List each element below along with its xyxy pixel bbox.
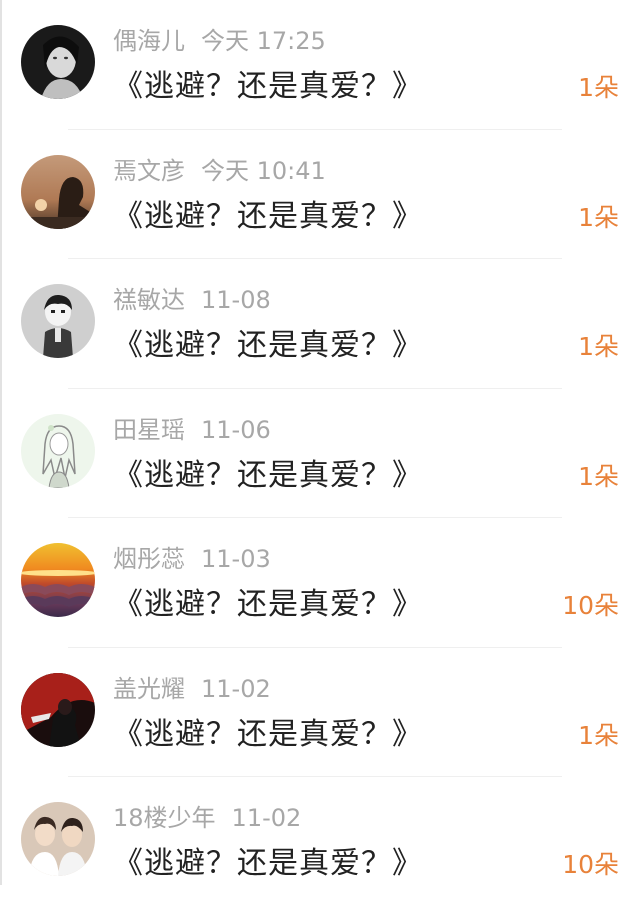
- comment-item[interactable]: 偶海儿 今天 17:25 《逃避？还是真爱？》 1朵: [0, 0, 640, 130]
- comment-meta: 焉文彦 今天 10:41: [113, 154, 326, 188]
- cartoon-boy-avatar-icon: [21, 284, 95, 358]
- sea-of-clouds-avatar-icon: [21, 543, 95, 617]
- flower-count: 1朵: [578, 720, 619, 750]
- username[interactable]: 焉文彦: [113, 157, 185, 185]
- flower-count: 1朵: [578, 332, 619, 361]
- woman-portrait-avatar-icon: [21, 25, 95, 99]
- avatar[interactable]: [21, 543, 95, 617]
- flower-count: 10朵: [562, 850, 619, 879]
- comment-title[interactable]: 《逃避？还是真爱？》: [113, 66, 423, 108]
- comment-list: 偶海儿 今天 17:25 《逃避？还是真爱？》 1朵 焉文彦 今天 10:41 …: [0, 0, 640, 907]
- comment-item[interactable]: 禚敏达 11-08 《逃避？还是真爱？》 1朵: [0, 259, 640, 389]
- red-photo-avatar-icon: [21, 672, 95, 747]
- comment-item[interactable]: 烟彤蕊 11-03 《逃避？还是真爱？》 10朵: [0, 518, 640, 648]
- avatar[interactable]: [21, 154, 95, 229]
- timestamp: 11-06: [201, 415, 271, 444]
- comment-item[interactable]: 田星瑶 11-06 《逃避？还是真爱？》 1朵: [0, 389, 640, 518]
- timestamp: 11-08: [201, 286, 271, 314]
- comment-meta: 盖光耀 11-02: [113, 672, 271, 706]
- flower-count: 10朵: [562, 591, 619, 620]
- timestamp: 今天 17:25: [201, 27, 326, 55]
- anime-sketch-avatar-icon: [21, 413, 95, 488]
- username[interactable]: 盖光耀: [113, 675, 185, 703]
- username[interactable]: 烟彤蕊: [113, 545, 185, 573]
- comment-title[interactable]: 《逃避？还是真爱？》: [113, 325, 423, 367]
- comment-title[interactable]: 《逃避？还是真爱？》: [113, 196, 423, 238]
- username[interactable]: 18楼少年: [113, 804, 216, 832]
- avatar[interactable]: [21, 802, 95, 876]
- timestamp: 11-02: [231, 804, 302, 832]
- timestamp: 11-02: [201, 674, 271, 703]
- flower-count: 1朵: [578, 461, 619, 491]
- comment-meta: 烟彤蕊 11-03: [113, 542, 271, 576]
- avatar[interactable]: [21, 284, 95, 358]
- comment-title[interactable]: 《逃避？还是真爱？》: [113, 843, 423, 885]
- sunset-silhouette-avatar-icon: [21, 154, 95, 229]
- username[interactable]: 田星瑶: [113, 416, 185, 444]
- comment-meta: 偶海儿 今天 17:25: [113, 24, 326, 58]
- avatar[interactable]: [21, 672, 95, 747]
- username[interactable]: 偶海儿: [113, 27, 185, 55]
- comment-meta: 禚敏达 11-08: [113, 283, 271, 317]
- comment-title[interactable]: 《逃避？还是真爱？》: [113, 714, 423, 756]
- timestamp: 今天 10:41: [201, 156, 326, 185]
- comment-item[interactable]: 18楼少年 11-02 《逃避？还是真爱？》 10朵: [0, 777, 640, 907]
- timestamp: 11-03: [201, 545, 271, 573]
- comment-item[interactable]: 焉文彦 今天 10:41 《逃避？还是真爱？》 1朵: [0, 130, 640, 259]
- two-boys-photo-avatar-icon: [21, 802, 95, 876]
- flower-count: 1朵: [578, 73, 619, 102]
- avatar[interactable]: [21, 413, 95, 488]
- comment-title[interactable]: 《逃避？还是真爱？》: [113, 584, 423, 626]
- comment-meta: 18楼少年 11-02: [113, 801, 301, 835]
- avatar[interactable]: [21, 25, 95, 99]
- username[interactable]: 禚敏达: [113, 286, 185, 314]
- flower-count: 1朵: [578, 202, 619, 232]
- comment-item[interactable]: 盖光耀 11-02 《逃避？还是真爱？》 1朵: [0, 648, 640, 777]
- comment-meta: 田星瑶 11-06: [113, 413, 271, 447]
- comment-title[interactable]: 《逃避？还是真爱？》: [113, 455, 423, 497]
